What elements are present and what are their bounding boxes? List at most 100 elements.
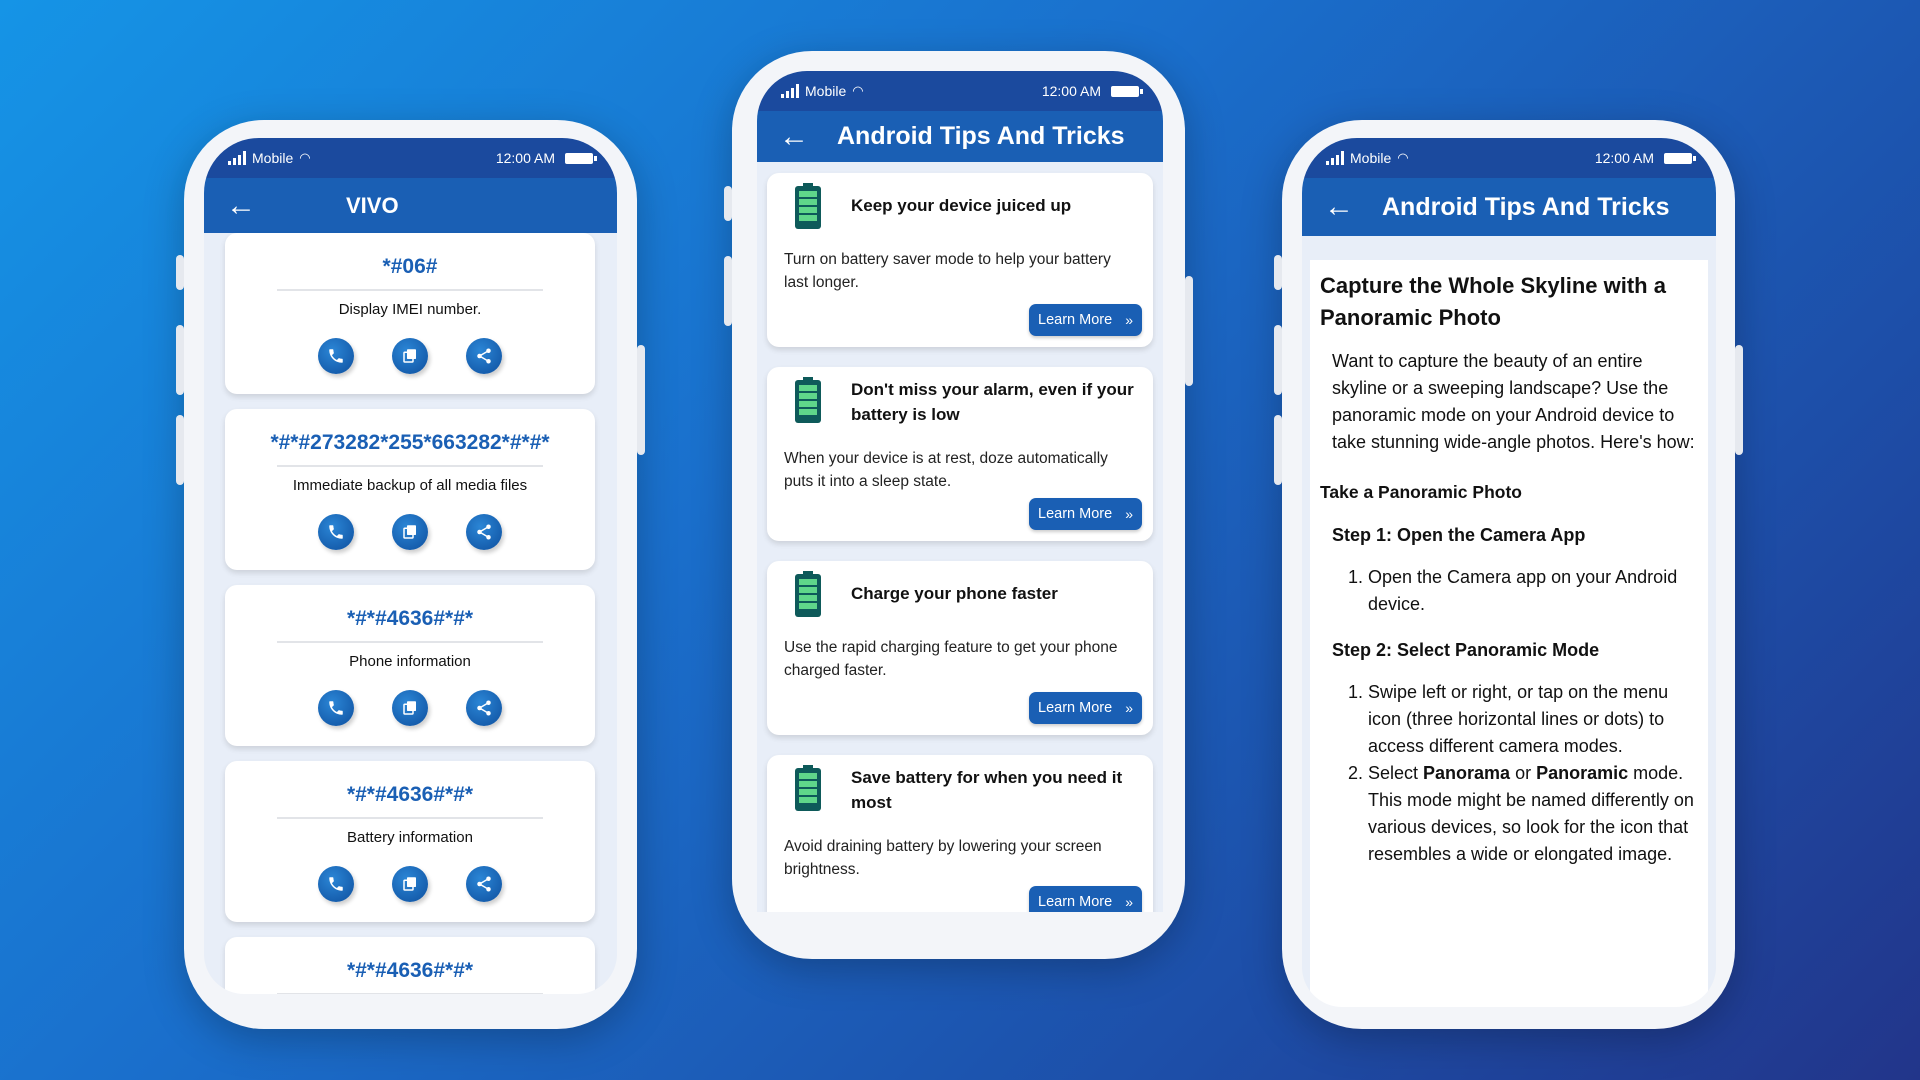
- code-actions: [225, 338, 595, 374]
- article-heading: Capture the Whole Skyline with a Panoram…: [1320, 273, 1666, 330]
- signal-icon: [1326, 151, 1344, 165]
- tip-card: Charge your phone faster Use the rapid ch…: [767, 561, 1153, 735]
- tip-description: Avoid draining battery by lowering your …: [784, 838, 1102, 878]
- share-icon[interactable]: [466, 866, 502, 902]
- ussd-code: *#*#4636#*#*: [346, 607, 474, 630]
- middle-screen: Mobile ◠ 12:00 AM ← Android Tips And Tri…: [757, 71, 1163, 912]
- ussd-code: *#*#4636#*#*: [346, 959, 474, 982]
- text: or: [1510, 763, 1537, 783]
- signal-icon: [228, 151, 246, 165]
- network-label: Mobile: [805, 83, 847, 99]
- share-icon[interactable]: [466, 338, 502, 374]
- text: Select: [1368, 763, 1424, 783]
- code-description: Phone information: [349, 653, 471, 670]
- ussd-code: *#06#: [382, 255, 438, 278]
- back-arrow-icon[interactable]: ←: [226, 190, 256, 221]
- code-card: *#*#4636#*#*: [225, 937, 595, 994]
- page-title: Android Tips And Tricks: [837, 122, 1125, 150]
- tip-description: When your device is at rest, doze automa…: [784, 450, 1108, 490]
- learn-more-button[interactable]: Learn More »: [1029, 886, 1142, 912]
- status-bar: Mobile ◠ 12:00 AM: [1302, 138, 1716, 178]
- battery-icon: [565, 152, 597, 164]
- wifi-icon: ◠: [1397, 150, 1409, 165]
- battery-icon: [1111, 85, 1143, 97]
- tip-description: Use the rapid charging feature to get yo…: [784, 639, 1118, 679]
- code-card: *#06# Display IMEI number.: [225, 233, 595, 394]
- battery-icon: [795, 183, 821, 229]
- tip-title: Don't miss your alarm, even if your batt…: [851, 380, 1134, 424]
- article-intro: Want to capture the beauty of an entire …: [1332, 351, 1695, 452]
- page-title: Android Tips And Tricks: [1382, 192, 1670, 221]
- call-icon[interactable]: [318, 338, 354, 374]
- battery-icon: [795, 571, 821, 617]
- battery-icon: [795, 765, 821, 811]
- page-title: VIVO: [346, 192, 399, 218]
- app-bar: ← Android Tips And Tricks: [757, 111, 1163, 162]
- code-card: *#*#4636#*#* Battery information: [225, 761, 595, 922]
- article: Capture the Whole Skyline with a Panoram…: [1310, 260, 1708, 1007]
- learn-more-label: Learn More: [1038, 894, 1113, 910]
- ussd-code: *#*#4636#*#*: [346, 783, 474, 806]
- share-icon[interactable]: [466, 690, 502, 726]
- double-chevron-right-icon: »: [1125, 506, 1133, 522]
- network-label: Mobile: [1350, 150, 1392, 166]
- learn-more-button[interactable]: Learn More »: [1029, 692, 1142, 724]
- learn-more-label: Learn More: [1038, 506, 1113, 522]
- battery-icon: [795, 377, 821, 423]
- divider: [277, 641, 543, 643]
- code-actions: [225, 866, 595, 902]
- bold-text: Panoramic: [1536, 763, 1629, 783]
- wifi-icon: ◠: [852, 83, 864, 98]
- right-phone: Mobile ◠ 12:00 AM ← Android Tips And Tri…: [1274, 120, 1743, 1029]
- code-card: *#*#4636#*#* Phone information: [225, 585, 595, 746]
- signal-icon: [781, 84, 799, 98]
- tip-title: Charge your phone faster: [851, 584, 1058, 603]
- app-bar: ← VIVO: [204, 178, 617, 233]
- step-2-heading: Step 2: Select Panoramic Mode: [1332, 640, 1600, 660]
- copy-icon[interactable]: [392, 690, 428, 726]
- clock: 12:00 AM: [495, 150, 555, 166]
- double-chevron-right-icon: »: [1125, 700, 1133, 716]
- learn-more-button[interactable]: Learn More »: [1029, 304, 1142, 336]
- list-item: Swipe left or right, or tap on the menu …: [1368, 679, 1698, 760]
- network-label: Mobile: [252, 150, 294, 166]
- battery-icon: [1664, 152, 1696, 164]
- divider: [277, 817, 543, 819]
- list-item: Open the Camera app on your Android devi…: [1368, 564, 1698, 618]
- clock: 12:00 AM: [1041, 83, 1101, 99]
- back-arrow-icon[interactable]: ←: [779, 121, 809, 152]
- right-screen: Mobile ◠ 12:00 AM ← Android Tips And Tri…: [1302, 138, 1716, 1007]
- step-2-list: Swipe left or right, or tap on the menu …: [1368, 679, 1698, 868]
- left-phone: Mobile ◠ 12:00 AM ← VIVO *#06# Display IM…: [176, 120, 645, 1029]
- bold-text: Panorama: [1423, 763, 1511, 783]
- share-icon[interactable]: [466, 514, 502, 550]
- learn-more-button[interactable]: Learn More »: [1029, 498, 1142, 530]
- status-bar: Mobile ◠ 12:00 AM: [757, 71, 1163, 111]
- tip-card: Don't miss your alarm, even if your batt…: [767, 367, 1153, 541]
- list-item: Select Panorama or Panoramic mode. This …: [1368, 760, 1698, 868]
- back-arrow-icon[interactable]: ←: [1324, 192, 1354, 222]
- divider: [277, 465, 543, 467]
- copy-icon[interactable]: [392, 338, 428, 374]
- double-chevron-right-icon: »: [1125, 312, 1133, 328]
- copy-icon[interactable]: [392, 866, 428, 902]
- step-1-heading: Step 1: Open the Camera App: [1332, 525, 1586, 545]
- copy-icon[interactable]: [392, 514, 428, 550]
- tip-title: Save battery for when you need it most: [851, 768, 1123, 812]
- app-bar: ← Android Tips And Tricks: [1302, 178, 1716, 236]
- section-heading: Take a Panoramic Photo: [1320, 482, 1522, 502]
- ussd-code: *#*#273282*255*663282*#*#*: [270, 431, 550, 454]
- tip-description: Turn on battery saver mode to help your …: [784, 251, 1111, 291]
- code-actions: [225, 514, 595, 550]
- divider: [277, 993, 543, 994]
- divider: [277, 289, 543, 291]
- call-icon[interactable]: [318, 690, 354, 726]
- wifi-icon: ◠: [299, 150, 311, 165]
- middle-phone: Mobile ◠ 12:00 AM ← Android Tips And Tri…: [724, 51, 1193, 959]
- tip-card: Save battery for when you need it most Av…: [767, 755, 1153, 912]
- tip-title: Keep your device juiced up: [851, 196, 1072, 215]
- code-card: *#*#273282*255*663282*#*#* Immediate back…: [225, 409, 595, 570]
- code-actions: [225, 690, 595, 726]
- call-icon[interactable]: [318, 514, 354, 550]
- call-icon[interactable]: [318, 866, 354, 902]
